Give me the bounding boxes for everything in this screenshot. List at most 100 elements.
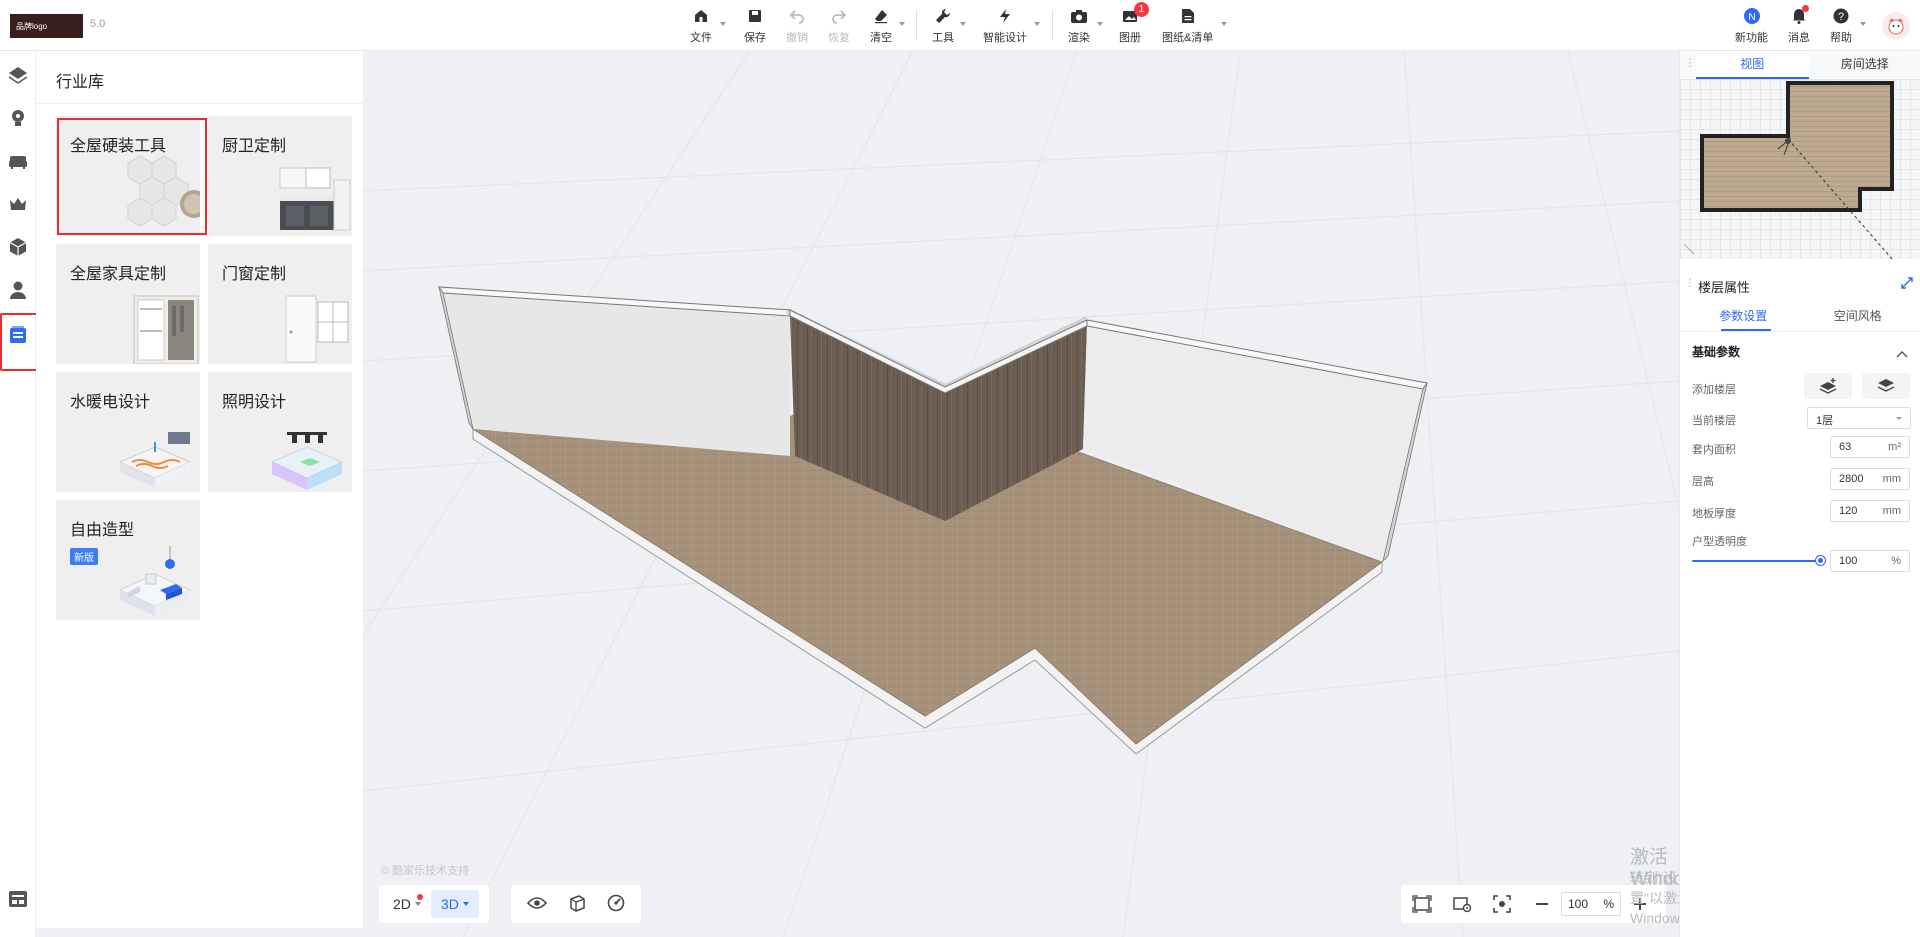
tab-space-style[interactable]: 空间风格 <box>1801 303 1916 331</box>
floor-height-field[interactable]: 2800 mm <box>1830 468 1910 490</box>
collapse-chevron-icon[interactable] <box>1896 347 1908 361</box>
bulb-icon <box>12 110 24 126</box>
help-button[interactable]: ? 帮助 <box>1830 6 1852 45</box>
divider <box>36 103 363 104</box>
transparency-slider-handle[interactable] <box>1816 556 1825 565</box>
mode-3d-button[interactable]: 3D <box>430 890 479 918</box>
undo-button[interactable]: 撤销 <box>786 6 808 45</box>
gauge-icon[interactable] <box>607 894 625 915</box>
file-menu-button[interactable]: 文件 <box>690 6 712 45</box>
album-count-badge: 1 <box>1134 2 1149 17</box>
expand-icon[interactable] <box>1901 277 1913 292</box>
card-door-window-custom[interactable]: 门窗定制 <box>208 244 352 364</box>
drawings-button[interactable]: 图纸&清单 <box>1162 6 1213 45</box>
left-icon-rail <box>0 51 36 937</box>
card-kitchen-bath-custom[interactable]: 厨卫定制 <box>208 116 352 236</box>
card-label: 门窗定制 <box>222 266 287 283</box>
crown-icon <box>10 198 26 210</box>
add-floor-above-button[interactable] <box>1804 373 1852 399</box>
smart-design-button[interactable]: 智能设计 <box>983 6 1027 45</box>
bell-icon <box>1789 5 1809 26</box>
tools-menu-button[interactable]: 工具 <box>932 6 954 45</box>
focus-icon[interactable] <box>1491 893 1513 915</box>
tools-caret-icon[interactable] <box>960 22 966 26</box>
inner-area-label: 套内面积 <box>1692 444 1736 456</box>
card-free-modeling[interactable]: 自由造型 新版 <box>56 500 200 620</box>
rail-item-models[interactable] <box>4 233 32 261</box>
new-features-button[interactable]: N 新功能 <box>1735 6 1768 45</box>
rail-item-lighting[interactable] <box>4 104 32 132</box>
help-icon: ? <box>1831 6 1851 26</box>
floorplan-minimap[interactable] <box>1680 79 1920 259</box>
sofa-icon <box>9 156 27 169</box>
mode-3d-caret-icon <box>462 902 469 906</box>
tab-params[interactable]: 参数设置 <box>1686 303 1801 331</box>
home-icon <box>691 6 711 26</box>
tab-view[interactable]: 视图 <box>1696 51 1809 79</box>
save-icon <box>745 6 765 26</box>
card-whole-house-furniture-custom[interactable]: 全屋家具定制 <box>56 244 200 364</box>
new-version-badge: 新版 <box>70 548 98 565</box>
toolbar-divider <box>1052 10 1053 40</box>
tab-room-select[interactable]: 房间选择 <box>1809 51 1920 79</box>
render-button[interactable]: 渲染 <box>1068 6 1090 45</box>
chevron-down-icon <box>1896 417 1902 420</box>
messages-label: 消息 <box>1788 32 1810 44</box>
redo-icon <box>829 6 849 26</box>
slab-thickness-field[interactable]: 120 mm <box>1830 500 1910 522</box>
drag-handle-icon[interactable]: ⋮ <box>1685 58 1695 69</box>
render-caret-icon[interactable] <box>1097 22 1103 26</box>
cube-view-icon[interactable] <box>568 894 586 915</box>
drawings-caret-icon[interactable] <box>1221 22 1227 26</box>
brand-logo[interactable]: 品牌logo <box>10 14 83 38</box>
layers-icon <box>8 67 28 84</box>
transparency-field[interactable]: 100 % <box>1830 550 1910 572</box>
current-floor-select[interactable]: 1层 <box>1807 407 1911 429</box>
redo-button[interactable]: 恢复 <box>828 6 850 45</box>
rail-item-furniture[interactable] <box>4 147 32 175</box>
save-button[interactable]: 保存 <box>744 6 766 45</box>
rail-item-bottom-panel[interactable] <box>4 885 32 913</box>
messages-button[interactable]: 消息 <box>1788 5 1810 45</box>
panel-title: 行业库 <box>56 74 105 91</box>
album-button[interactable]: 1 图册 <box>1119 2 1149 45</box>
file-caret-icon[interactable] <box>720 22 726 26</box>
viewport-zoom-controls: 100 % <box>1401 885 1666 923</box>
svg-text:N: N <box>1748 12 1755 23</box>
rail-item-premium[interactable] <box>4 190 32 218</box>
clear-button[interactable]: 清空 <box>870 6 892 45</box>
card-plumbing-electrical-design[interactable]: 水暖电设计 <box>56 372 200 492</box>
floor-height-label: 层高 <box>1692 476 1714 488</box>
rail-item-layers[interactable] <box>4 61 32 89</box>
inner-area-field[interactable]: 63 m² <box>1830 436 1910 458</box>
zoom-input[interactable]: 100 % <box>1561 892 1621 916</box>
divider <box>1680 331 1920 332</box>
add-floor-below-button[interactable] <box>1862 373 1910 399</box>
redo-label: 恢复 <box>828 32 850 44</box>
section-title: 楼层属性 <box>1698 280 1751 295</box>
slab-thickness-unit: mm <box>1882 505 1901 517</box>
clear-caret-icon[interactable] <box>899 22 905 26</box>
clear-label: 清空 <box>870 32 892 44</box>
help-caret-icon[interactable] <box>1860 22 1866 26</box>
model-icon <box>9 238 27 256</box>
eraser-icon <box>871 6 891 26</box>
right-properties-panel: ⋮ 视图 房间选择 ⋮ 楼层属性 参数设置 空间风格 基础参数 添加楼层 当前楼… <box>1679 51 1920 937</box>
eye-icon[interactable] <box>527 896 548 913</box>
drag-handle-icon[interactable]: ⋮ <box>1685 278 1695 289</box>
zoom-out-icon[interactable] <box>1531 893 1553 915</box>
mode-2d-button[interactable]: 2D <box>383 890 431 918</box>
3d-viewport[interactable]: © 酷家乐技术支持 2D 3D 100 % 激活 Windows 转到"设置"以… <box>363 51 1679 937</box>
card-lighting-design[interactable]: 照明设计 <box>208 372 352 492</box>
user-icon <box>10 281 26 299</box>
smart-design-caret-icon[interactable] <box>1034 22 1040 26</box>
logo-text: 品牌logo <box>16 22 48 31</box>
underfloor-heating-illustration <box>118 432 192 488</box>
mode-2d-dot <box>417 894 423 900</box>
zoom-value: 100 <box>1568 897 1589 911</box>
view-settings-icon[interactable] <box>1451 893 1473 915</box>
rail-item-account[interactable] <box>4 276 32 304</box>
transparency-slider-track[interactable] <box>1692 560 1820 562</box>
fit-view-icon[interactable] <box>1411 893 1433 915</box>
avatar[interactable] <box>1882 12 1910 40</box>
